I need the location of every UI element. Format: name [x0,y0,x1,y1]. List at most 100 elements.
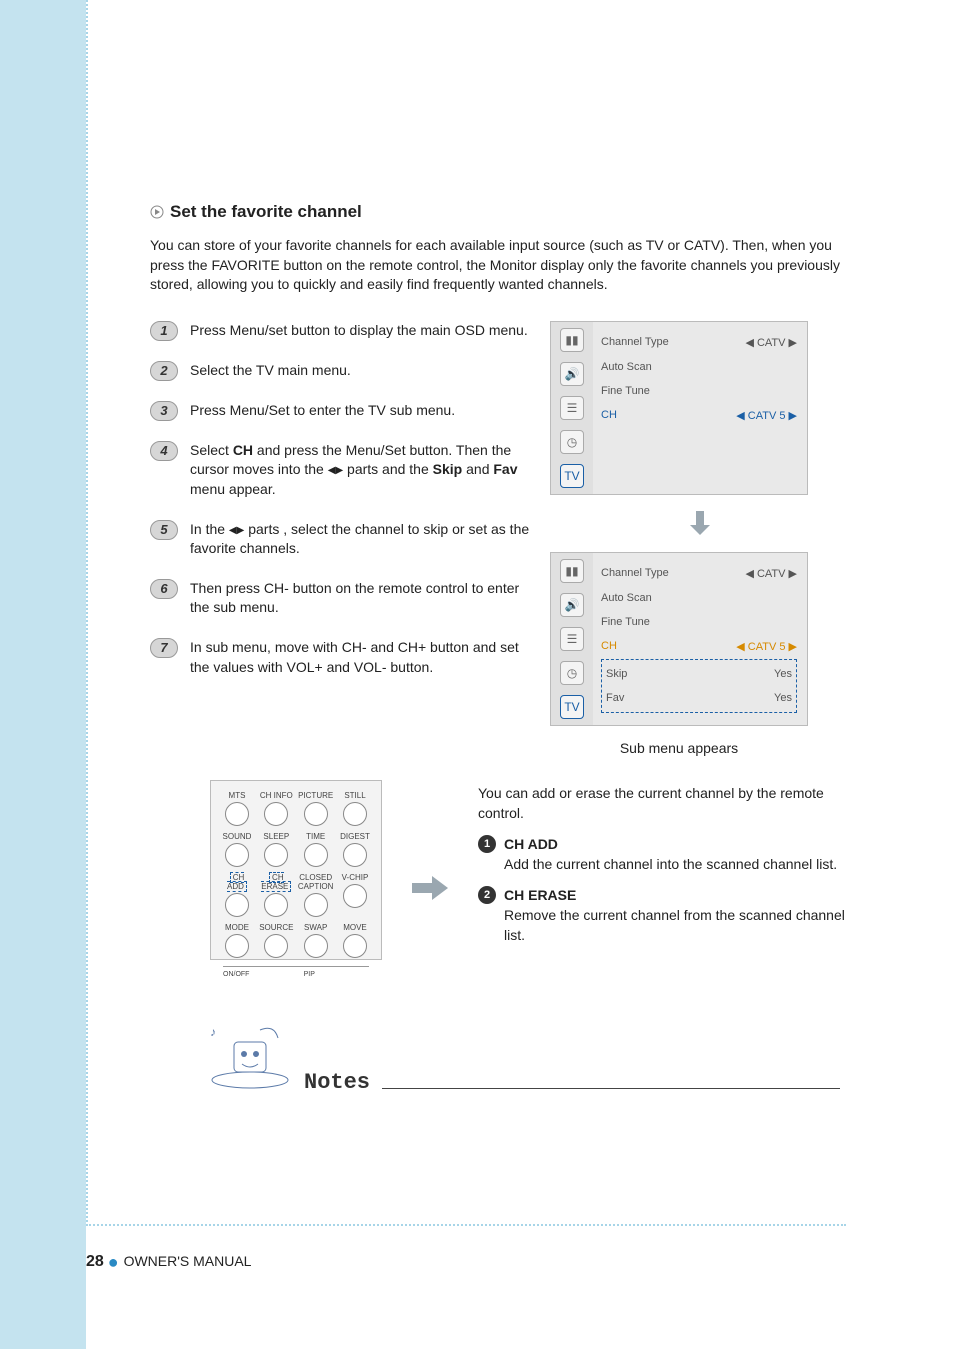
footer-dot-icon: ● [108,1252,124,1272]
osd-label: Auto Scan [601,592,652,604]
item-number: 1 [478,835,496,853]
item-number: 2 [478,886,496,904]
clock-icon: ◷ [560,430,584,454]
remote-button: V-CHIP [337,873,373,917]
osd-value: ◀ CATV 5 ▶ [736,640,797,653]
ch-item: 1 CH ADDAdd the current channel into the … [478,835,850,874]
step: 4 Select CH and press the Menu/Set button… [150,441,530,500]
osd-label: CH [601,409,617,422]
remote-button: CH ADD [219,873,255,917]
ch-item: 2 CH ERASERemove the current channel from… [478,886,850,945]
item-body: CH ERASERemove the current channel from … [504,886,850,945]
remote-button: SWAP [298,923,334,958]
sound-icon: 🔊 [560,362,584,386]
osd-row: Skip Yes [606,662,792,686]
step-number: 4 [150,441,178,461]
step-number: 1 [150,321,178,341]
osd-value: ◀ CATV ▶ [745,336,797,349]
step-number: 3 [150,401,178,421]
osd-value: Yes [774,668,792,680]
osd-label: Skip [606,668,627,680]
osd-row: Auto Scan [601,586,797,610]
svg-text:♪: ♪ [210,1025,216,1039]
step: 7 In sub menu, move with CH- and CH+ butt… [150,638,530,677]
arrow-icon [412,876,448,905]
section-title-text: Set the favorite channel [170,202,362,221]
step-text: Press Menu/Set to enter the TV sub menu. [190,401,455,421]
step-number: 6 [150,579,178,599]
remote-button: CH ERASE [258,873,294,917]
footer-label: OWNER'S MANUAL [124,1253,252,1269]
step-number: 7 [150,638,178,658]
notes-title: Notes [304,1070,370,1095]
osd-label: Channel Type [601,336,669,349]
osd-row: Channel Type ◀ CATV ▶ [601,330,797,355]
clock-icon: ◷ [560,661,584,685]
features-icon: ☰ [560,627,584,651]
remote-button: TIME [298,832,334,867]
osd-row: CH ◀ CATV 5 ▶ [601,403,797,428]
step: 2 Select the TV main menu. [150,361,530,381]
remote-button: MODE [219,923,255,958]
remote-button: PICTURE [298,791,334,826]
notes-rule [382,1088,840,1089]
osd-label: Channel Type [601,567,669,580]
ch-intro: You can add or erase the current channel… [478,784,850,823]
picture-icon: ▮▮ [560,559,584,583]
remote-button: MOVE [337,923,373,958]
osd-row: CH◀ CATV 5 ▶ [601,634,797,659]
osd-label: Fav [606,692,624,704]
steps-list: 1 Press Menu/set button to display the ma… [150,321,530,756]
item-body: CH ADDAdd the current channel into the s… [504,835,850,874]
remote-button: MTS [219,791,255,826]
notes-section: ♪ Notes [200,1020,840,1095]
step: 3 Press Menu/Set to enter the TV sub menu… [150,401,530,421]
step: 6 Then press CH- button on the remote con… [150,579,530,618]
osd-value: Yes [774,692,792,704]
osd-label: Fine Tune [601,385,650,397]
step-number: 2 [150,361,178,381]
osd-panel-1: ▮▮ 🔊 ☰ ◷ TV Channel Type ◀ CATV ▶ Auto Sca… [550,321,808,495]
osd-body-2: Channel Type ◀ CATV ▶ Auto Scan Fine TuneCH… [593,553,807,725]
section-title: Set the favorite channel [150,202,850,222]
osd-submenu-box: Skip Yes Fav Yes [601,659,797,713]
osd-value: ◀ CATV 5 ▶ [736,409,797,422]
remote-button: SOUND [219,832,255,867]
notes-illustration: ♪ [200,1020,292,1095]
osd-body-1: Channel Type ◀ CATV ▶ Auto Scan Fine Tune CH… [593,322,807,494]
submenu-caption: Sub menu appears [550,740,808,756]
step-text: In sub menu, move with CH- and CH+ butto… [190,638,530,677]
osd-row: Channel Type ◀ CATV ▶ [601,561,797,586]
step-text: Select CH and press the Menu/Set button.… [190,441,530,500]
down-arrow-icon [550,509,850,542]
remote-button: SLEEP [258,832,294,867]
page-number: 28 [86,1253,104,1270]
features-icon: ☰ [560,396,584,420]
remote-button: SOURCE [258,923,294,958]
osd-panel-2: ▮▮ 🔊 ☰ ◷ TV Channel Type ◀ CATV ▶ Auto Sca… [550,552,808,726]
osd-row: Auto Scan [601,355,797,379]
remote-control-diagram: MTSCH INFOPICTURESTILLSOUNDSLEEPTIMEDIGE… [210,780,382,960]
sound-icon: 🔊 [560,593,584,617]
osd-icon-strip: ▮▮ 🔊 ☰ ◷ TV [551,553,593,725]
step-text: Select the TV main menu. [190,361,351,381]
step-number: 5 [150,520,178,540]
osd-value: ◀ CATV ▶ [745,567,797,580]
step-text: Then press CH- button on the remote cont… [190,579,530,618]
picture-icon: ▮▮ [560,328,584,352]
remote-button: DIGEST [337,832,373,867]
remote-button: CH INFO [258,791,294,826]
tv-icon: TV [560,464,584,488]
osd-icon-strip: ▮▮ 🔊 ☰ ◷ TV [551,322,593,494]
step: 1 Press Menu/set button to display the ma… [150,321,530,341]
step-text: Press Menu/set button to display the mai… [190,321,528,341]
osd-row: Fine Tune [601,379,797,403]
osd-row: Fav Yes [606,686,792,710]
osd-label: Auto Scan [601,361,652,373]
pip-line: ON/OFFPIP [223,966,369,978]
section-intro: You can store of your favorite channels … [150,236,840,295]
osd-row: Fine Tune [601,610,797,634]
page-footer: 28 ● OWNER'S MANUAL [86,1252,251,1273]
step: 5In the ◀▶ parts , select the channel to… [150,520,530,559]
bullet-icon [150,204,164,218]
